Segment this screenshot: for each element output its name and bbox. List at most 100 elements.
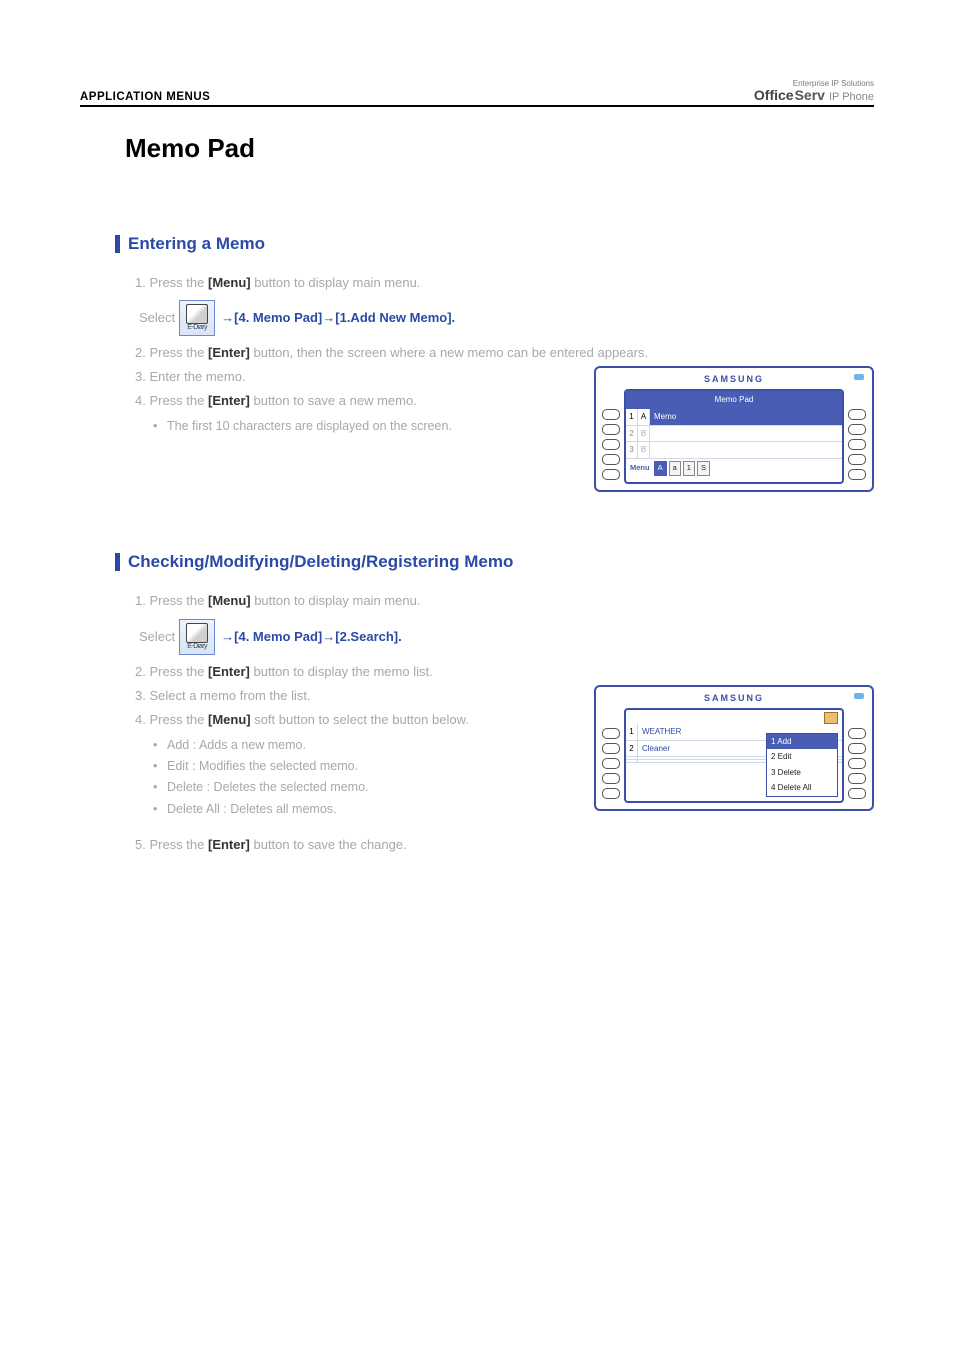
section-heading: Entering a Memo	[128, 234, 265, 254]
softkey[interactable]	[602, 758, 620, 769]
arrow-icon: →	[322, 626, 335, 648]
step-text: 1. Press the	[135, 275, 208, 290]
nav-step: [4. Memo Pad]	[234, 626, 322, 648]
softkey[interactable]	[602, 454, 620, 465]
softkey[interactable]	[848, 788, 866, 799]
softkey[interactable]	[602, 773, 620, 784]
row-letter: B	[638, 442, 650, 458]
device-mockup-memo-entry: SAMSUNG Memo P	[594, 366, 874, 492]
context-popup: 1 Add 2 Edit 3 Delete 4 Delete All	[766, 733, 838, 797]
input-mode-box: S	[697, 461, 710, 476]
bullet-item: Delete : Deletes the selected memo.	[153, 777, 559, 798]
ediary-icon: E-Diary	[179, 300, 215, 336]
menu-key-label: [Menu]	[208, 275, 251, 290]
step-text: 3. Enter the memo.	[135, 366, 559, 388]
screen-title: Memo Pad	[626, 391, 842, 409]
row-body	[650, 442, 842, 458]
step-text: button to display main menu.	[251, 593, 421, 608]
input-mode-box: a	[669, 461, 681, 476]
nav-select: Select	[139, 307, 175, 329]
nav-step: [1.Add New Memo].	[335, 307, 455, 329]
section-manage-memo: Checking/Modifying/Deleting/Registering …	[115, 552, 874, 572]
softkey[interactable]	[602, 409, 620, 420]
softkey[interactable]	[602, 728, 620, 739]
softkey[interactable]	[848, 728, 866, 739]
step-text: 5. Press the	[135, 837, 208, 852]
nav-step: [2.Search].	[335, 626, 401, 648]
popup-item-add[interactable]: 1 Add	[767, 734, 837, 750]
popup-item-delete[interactable]: 3 Delete	[767, 765, 837, 781]
popup-item-edit[interactable]: 2 Edit	[767, 749, 837, 765]
enter-key-label: [Enter]	[208, 393, 250, 408]
softkey[interactable]	[848, 454, 866, 465]
row-number	[626, 760, 638, 762]
section-marker-icon	[115, 235, 120, 253]
row-number: 2	[626, 741, 638, 757]
header-section-label: APPLICATION MENUS	[80, 91, 210, 103]
softkey[interactable]	[602, 439, 620, 450]
softkey[interactable]	[848, 439, 866, 450]
nav-step: [4. Memo Pad]	[234, 307, 322, 329]
page-title: Memo Pad	[125, 133, 874, 164]
softkey-column-left	[602, 389, 620, 484]
bullet-item: Add : Adds a new memo.	[153, 735, 559, 756]
enter-key-label: [Enter]	[208, 837, 250, 852]
row-body	[650, 426, 842, 442]
step-text: soft button to select the button below.	[251, 712, 469, 727]
device-led-icon	[854, 693, 864, 699]
page-header: APPLICATION MENUS Enterprise IP Solution…	[80, 80, 874, 107]
footer-menu-label: Menu	[630, 462, 650, 475]
device-brand: SAMSUNG	[602, 691, 866, 706]
row-number: 2	[626, 426, 638, 442]
step-text: button to save a new memo.	[250, 393, 417, 408]
row-number: 1	[626, 724, 638, 740]
nav-path: Select E-Diary → [4. Memo Pad] → [1.Add …	[139, 300, 874, 336]
popup-item-delete-all[interactable]: 4 Delete All	[767, 780, 837, 796]
softkey-column-right	[848, 708, 866, 803]
section-marker-icon	[115, 553, 120, 571]
section-heading: Checking/Modifying/Deleting/Registering …	[128, 552, 513, 572]
step-text: button to display the memo list.	[250, 664, 433, 679]
row-letter: B	[638, 426, 650, 442]
input-mode-box: A	[654, 461, 667, 476]
step-text: button to save the change.	[250, 837, 407, 852]
step-text: 2. Press the	[135, 664, 208, 679]
softkey[interactable]	[848, 758, 866, 769]
softkey[interactable]	[848, 424, 866, 435]
brand-office: Office	[754, 88, 794, 102]
bullet-item: Edit : Modifies the selected memo.	[153, 756, 559, 777]
softkey[interactable]	[602, 788, 620, 799]
brand-serv: Serv	[795, 88, 825, 102]
softkey[interactable]	[848, 773, 866, 784]
row-number: 3	[626, 442, 638, 458]
bullet-item: Delete All : Deletes all memos.	[153, 799, 559, 820]
step-text: 4. Press the	[135, 393, 208, 408]
ediary-icon: E-Diary	[179, 619, 215, 655]
row-number: 1	[626, 409, 638, 425]
step-text: 4. Press the	[135, 712, 208, 727]
arrow-icon: →	[221, 626, 234, 648]
menu-key-label: [Menu]	[208, 593, 251, 608]
softkey-column-left	[602, 708, 620, 803]
softkey[interactable]	[602, 424, 620, 435]
enter-key-label: [Enter]	[208, 664, 250, 679]
arrow-icon: →	[221, 307, 234, 329]
device-screen: Memo Pad 1 A Memo 2 B	[624, 389, 844, 484]
header-brand: Enterprise IP Solutions OfficeServ IP Ph…	[754, 80, 874, 103]
screen-calendar-icon	[824, 712, 838, 724]
device-mockup-memo-list: SAMSUNG	[594, 685, 874, 811]
arrow-icon: →	[322, 307, 335, 329]
row-letter: A	[638, 409, 650, 425]
softkey[interactable]	[848, 743, 866, 754]
screen-footer: Menu A a 1 S	[626, 459, 842, 478]
softkey-column-right	[848, 389, 866, 484]
section-entering-memo: Entering a Memo	[115, 234, 874, 254]
brand-ip: IP Phone	[829, 92, 874, 103]
softkey[interactable]	[848, 409, 866, 420]
softkey[interactable]	[602, 469, 620, 480]
step-text: button to display main menu.	[251, 275, 421, 290]
step-text: 2. Press the	[135, 345, 208, 360]
softkey[interactable]	[848, 469, 866, 480]
softkey[interactable]	[602, 743, 620, 754]
bullet-item: The first 10 characters are displayed on…	[153, 416, 559, 437]
